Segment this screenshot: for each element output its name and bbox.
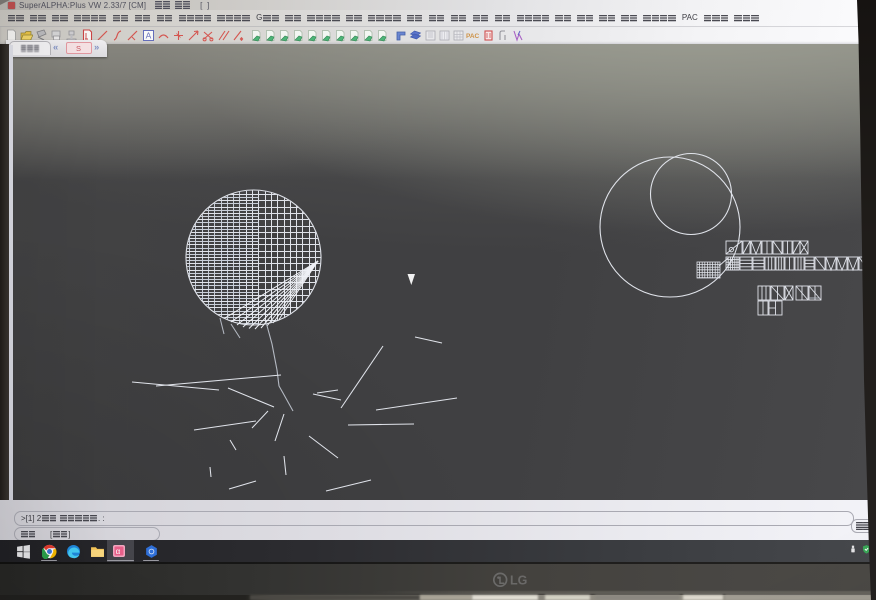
svg-text:α: α [116, 547, 121, 556]
svg-text:LG: LG [510, 573, 527, 587]
svg-text:A: A [146, 31, 152, 41]
svg-text:PAC: PAC [466, 33, 479, 40]
